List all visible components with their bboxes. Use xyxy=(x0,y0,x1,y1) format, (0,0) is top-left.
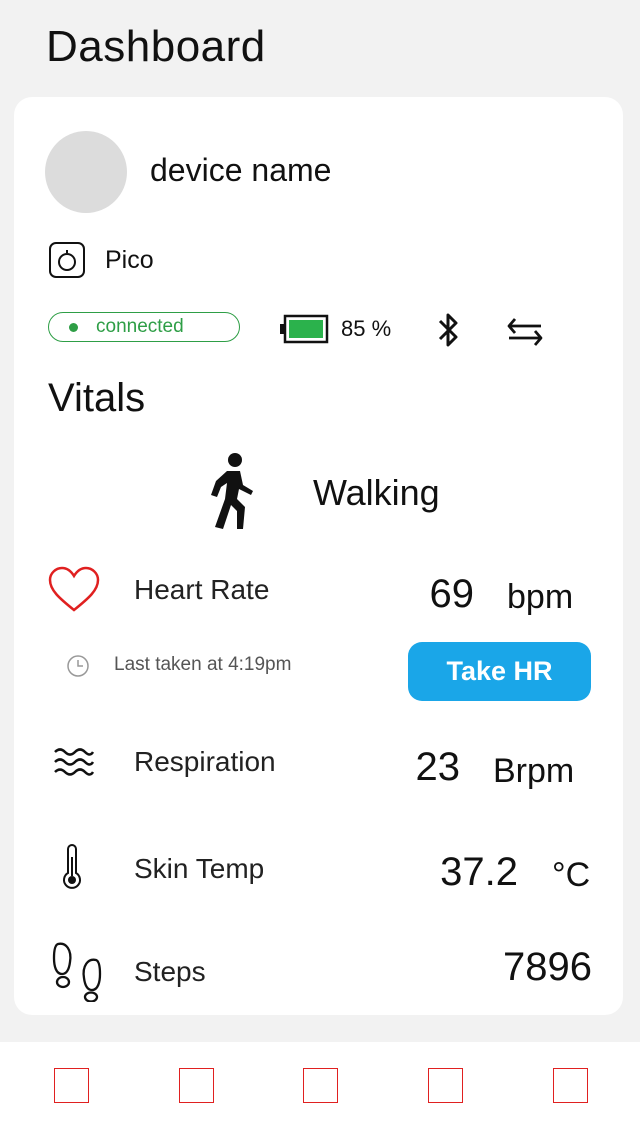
activity-label: Walking xyxy=(313,472,440,513)
skin-temp-unit: °C xyxy=(552,856,591,894)
steps-value: 7896 xyxy=(503,945,592,989)
device-model: Pico xyxy=(105,246,154,274)
nav-4-icon[interactable] xyxy=(428,1068,463,1103)
respiration-waves-icon xyxy=(54,748,95,776)
walking-person-icon xyxy=(211,453,253,529)
sync-arrows-icon[interactable] xyxy=(505,316,545,348)
skin-temp-label: Skin Temp xyxy=(134,853,265,884)
vitals-heading: Vitals xyxy=(48,376,146,420)
thermometer-icon xyxy=(63,844,81,889)
footprints-icon xyxy=(52,942,102,1002)
respiration-value: 23 xyxy=(415,745,461,789)
heart-rate-label: Heart Rate xyxy=(134,574,270,605)
heart-rate-unit: bpm xyxy=(507,578,574,616)
status-badge: connected xyxy=(48,312,240,342)
nav-5-icon[interactable] xyxy=(553,1068,588,1103)
take-hr-button[interactable]: Take HR xyxy=(408,642,591,701)
nav-2-icon[interactable] xyxy=(179,1068,214,1103)
respiration-unit: Brpm xyxy=(493,752,575,790)
clock-icon xyxy=(67,655,89,677)
status-text: connected xyxy=(96,316,184,337)
nav-3-icon[interactable] xyxy=(303,1068,338,1103)
respiration-label: Respiration xyxy=(134,746,276,777)
status-dot-icon xyxy=(69,322,78,332)
page-title: Dashboard xyxy=(46,22,266,71)
battery-icon xyxy=(280,314,329,344)
last-taken-text: Last taken at 4:19pm xyxy=(114,654,292,675)
device-name: device name xyxy=(150,152,332,188)
device-avatar xyxy=(45,131,127,213)
steps-label: Steps xyxy=(134,956,206,987)
heart-rate-value: 69 xyxy=(429,572,475,616)
bluetooth-icon[interactable] xyxy=(436,311,462,349)
battery-percent: 85 % xyxy=(341,316,392,341)
nav-1-icon[interactable] xyxy=(54,1068,89,1103)
device-card xyxy=(14,97,623,1015)
skin-temp-value: 37.2 xyxy=(440,850,518,894)
watch-icon xyxy=(49,242,85,278)
heart-icon xyxy=(48,566,100,612)
